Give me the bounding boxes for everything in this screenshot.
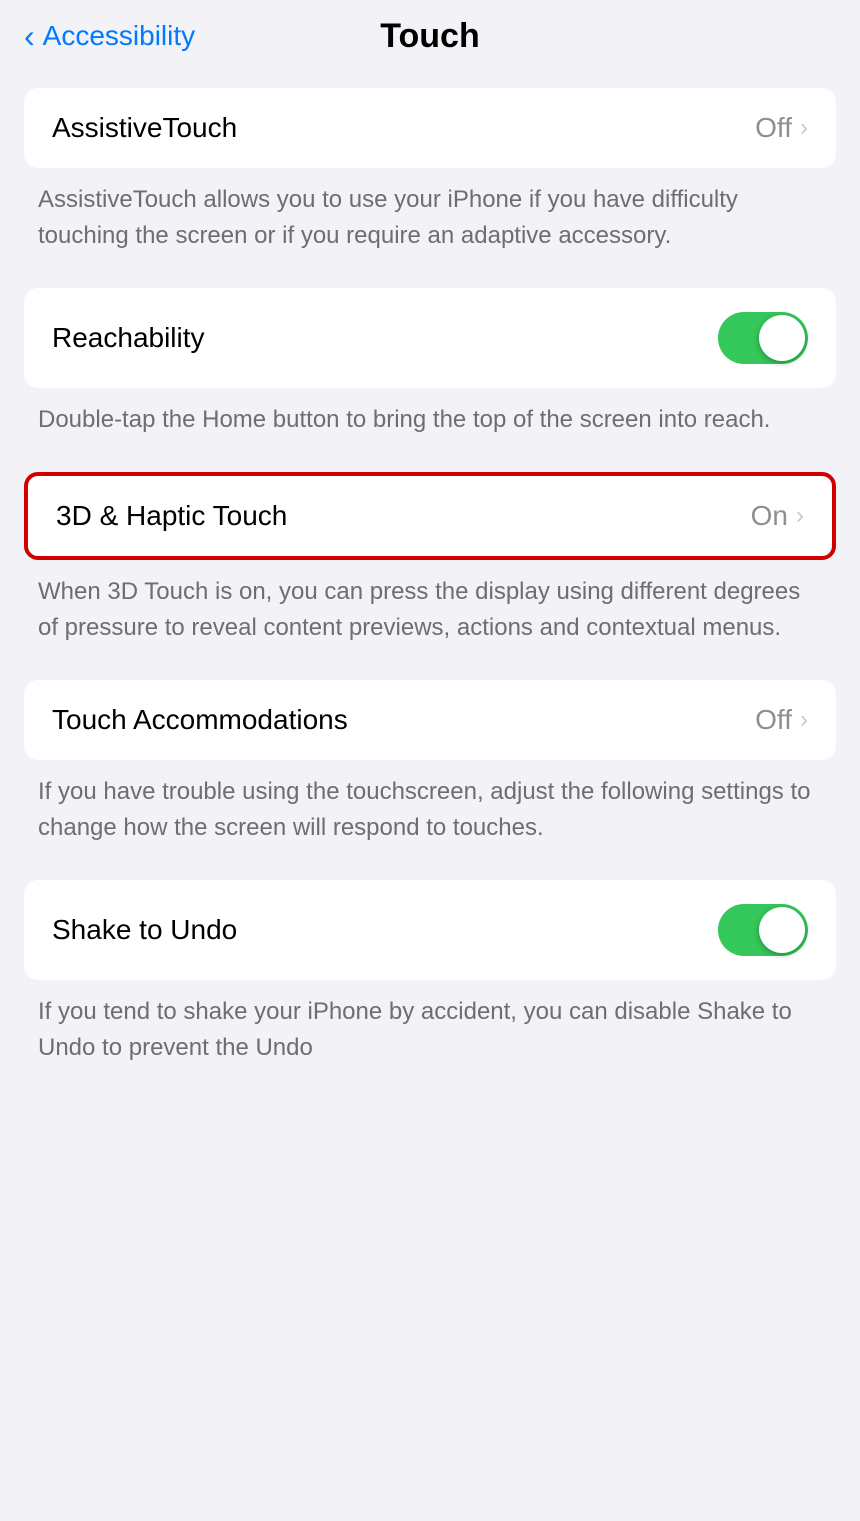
assistivetouch-row[interactable]: AssistiveTouch Off ›: [24, 88, 836, 168]
3d-haptic-touch-row[interactable]: 3D & Haptic Touch On ›: [24, 472, 836, 560]
touch-accommodations-status: Off: [755, 704, 792, 736]
reachability-label: Reachability: [52, 322, 205, 354]
settings-content: AssistiveTouch Off › AssistiveTouch allo…: [0, 68, 860, 1120]
chevron-right-icon: ›: [800, 114, 808, 142]
assistivetouch-description: AssistiveTouch allows you to use your iP…: [24, 168, 836, 260]
touch-accommodations-value: Off ›: [755, 704, 808, 736]
shake-to-undo-row[interactable]: Shake to Undo: [24, 880, 836, 980]
reachability-description: Double-tap the Home button to bring the …: [24, 388, 836, 444]
header: ‹ Accessibility Touch: [0, 0, 860, 68]
chevron-right-icon-3: ›: [800, 706, 808, 734]
touch-accommodations-description: If you have trouble using the touchscree…: [24, 760, 836, 852]
page-title: Touch: [380, 17, 479, 56]
3d-haptic-touch-value: On ›: [751, 500, 804, 532]
back-button[interactable]: ‹ Accessibility: [24, 20, 195, 52]
assistivetouch-value: Off ›: [755, 112, 808, 144]
reachability-toggle-knob: [759, 315, 805, 361]
shake-to-undo-toggle-knob: [759, 907, 805, 953]
3d-haptic-touch-label: 3D & Haptic Touch: [56, 500, 287, 532]
shake-to-undo-description: If you tend to shake your iPhone by acci…: [24, 980, 836, 1072]
back-chevron-icon: ‹: [24, 20, 35, 52]
reachability-toggle[interactable]: [718, 312, 808, 364]
back-label: Accessibility: [43, 20, 195, 52]
assistivetouch-status: Off: [755, 112, 792, 144]
touch-accommodations-label: Touch Accommodations: [52, 704, 348, 736]
3d-haptic-touch-section: 3D & Haptic Touch On › When 3D Touch is …: [24, 472, 836, 652]
touch-accommodations-row[interactable]: Touch Accommodations Off ›: [24, 680, 836, 760]
touch-accommodations-section: Touch Accommodations Off › If you have t…: [24, 680, 836, 852]
assistivetouch-section: AssistiveTouch Off › AssistiveTouch allo…: [24, 88, 836, 260]
3d-haptic-touch-status: On: [751, 500, 788, 532]
chevron-right-icon-2: ›: [796, 502, 804, 530]
shake-to-undo-label: Shake to Undo: [52, 914, 237, 946]
reachability-row[interactable]: Reachability: [24, 288, 836, 388]
shake-to-undo-toggle[interactable]: [718, 904, 808, 956]
assistivetouch-label: AssistiveTouch: [52, 112, 237, 144]
shake-to-undo-section: Shake to Undo If you tend to shake your …: [24, 880, 836, 1072]
3d-haptic-touch-description: When 3D Touch is on, you can press the d…: [24, 560, 836, 652]
reachability-section: Reachability Double-tap the Home button …: [24, 288, 836, 444]
